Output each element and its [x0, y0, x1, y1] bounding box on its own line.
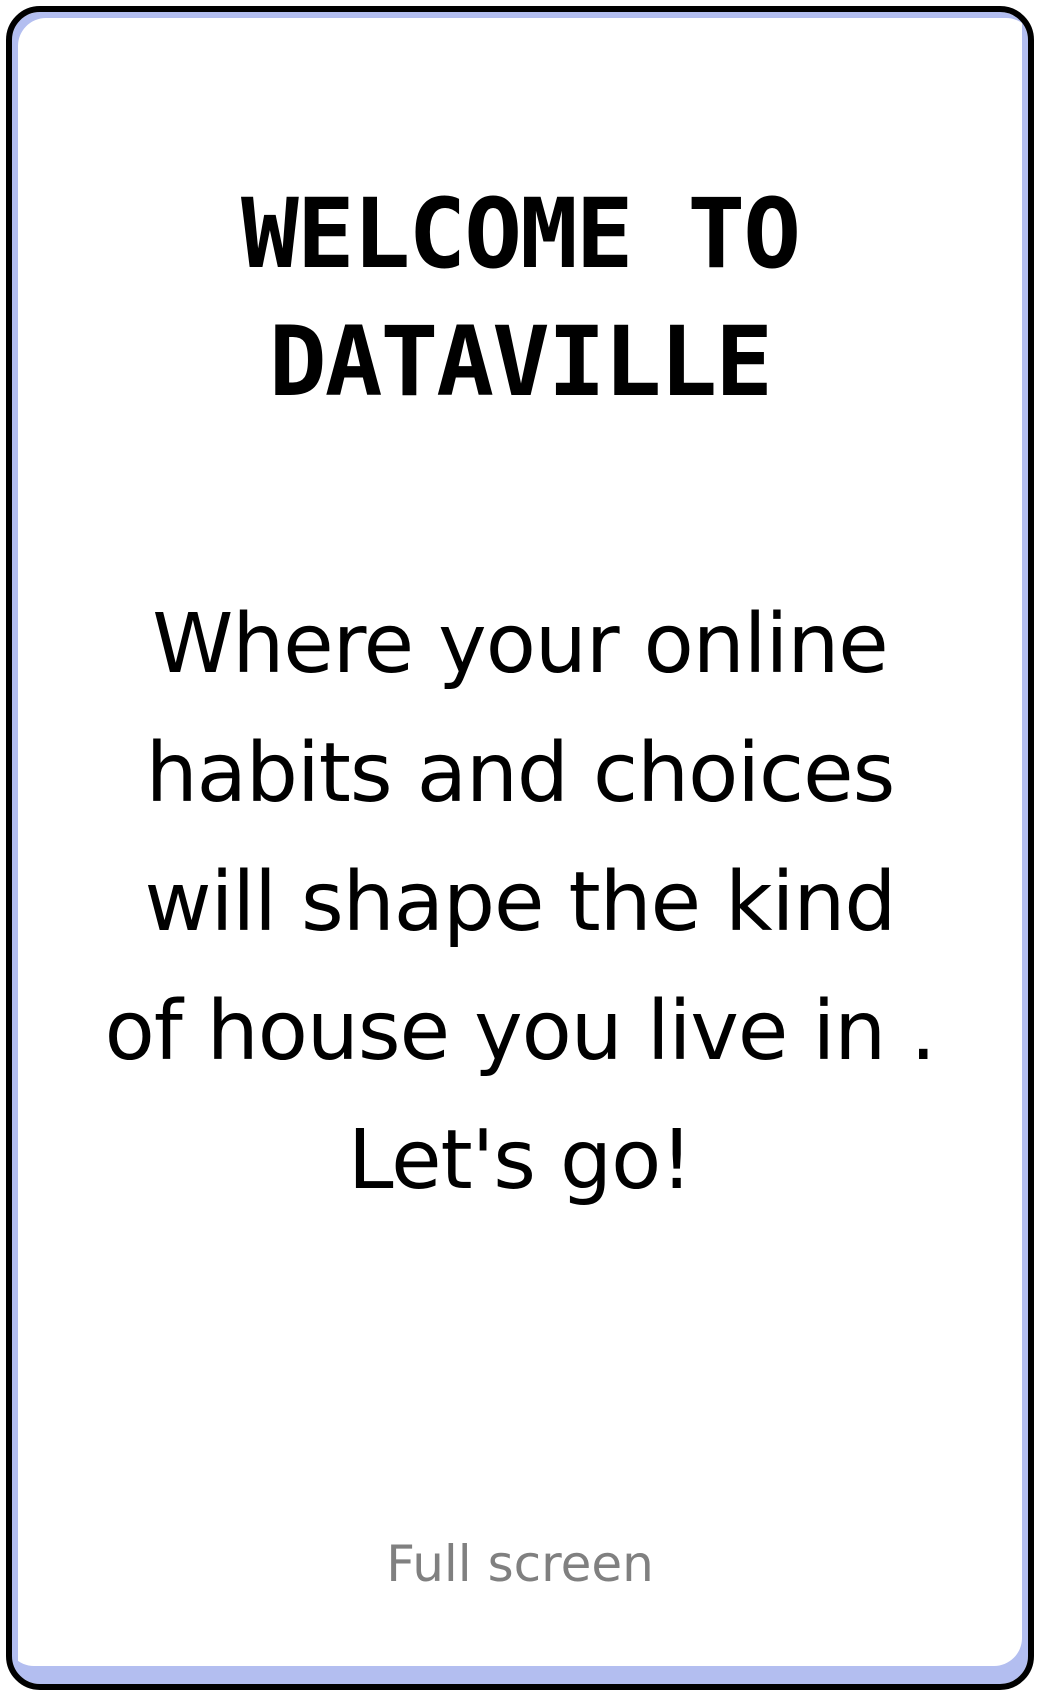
intro-line-3: will shape the kind — [144, 855, 897, 950]
intro-line-4: of house you live in . — [104, 984, 937, 1079]
welcome-title: WELCOME TO DATAVILLE — [0, 170, 1040, 426]
intro-text: Where your online habits and choices wil… — [0, 580, 1040, 1225]
fullscreen-button[interactable]: Full screen — [0, 1532, 1040, 1596]
intro-line-1: Where your online — [152, 597, 889, 692]
intro-line-2: habits and choices — [145, 726, 896, 821]
welcome-title-line-2: DATAVILLE — [268, 306, 773, 418]
intro-line-5: Let's go! — [347, 1113, 693, 1208]
welcome-title-line-1: WELCOME TO — [241, 178, 801, 290]
